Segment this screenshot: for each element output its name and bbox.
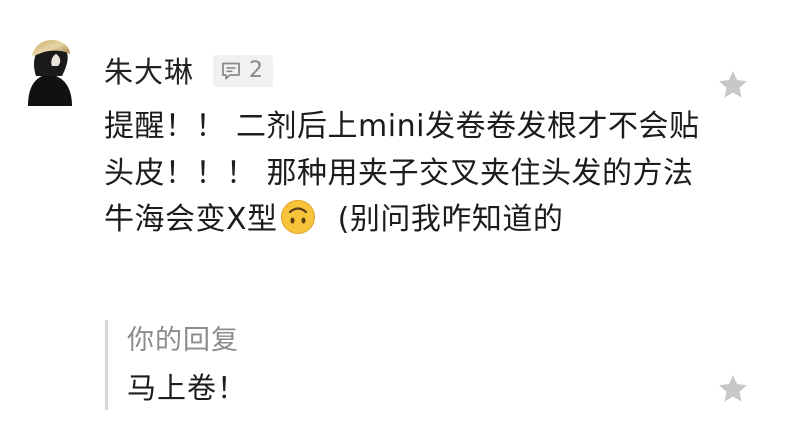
reply-text: 马上卷！	[127, 371, 248, 405]
reply-label: 你的回复	[127, 325, 239, 356]
favorite-star-icon[interactable]	[716, 68, 750, 102]
reply-count-badge[interactable]: 2	[213, 55, 273, 87]
avatar-image	[22, 36, 76, 108]
comment-text: 提醒！！ 二剂后上mini发卷卷发根才不会贴头皮！！！ 那种用夹子交叉夹住头发的…	[104, 104, 704, 244]
avatar[interactable]	[22, 36, 76, 108]
reply-favorite-star-icon[interactable]	[716, 372, 750, 406]
username[interactable]: 朱大琳	[104, 54, 194, 90]
reply-count: 2	[249, 58, 263, 83]
comment-text-part-2: (别问我咋知道的	[317, 202, 564, 237]
reply-quote-bar	[105, 320, 108, 410]
comment-bubble-icon	[222, 62, 240, 80]
upside-down-face-icon	[280, 199, 316, 235]
